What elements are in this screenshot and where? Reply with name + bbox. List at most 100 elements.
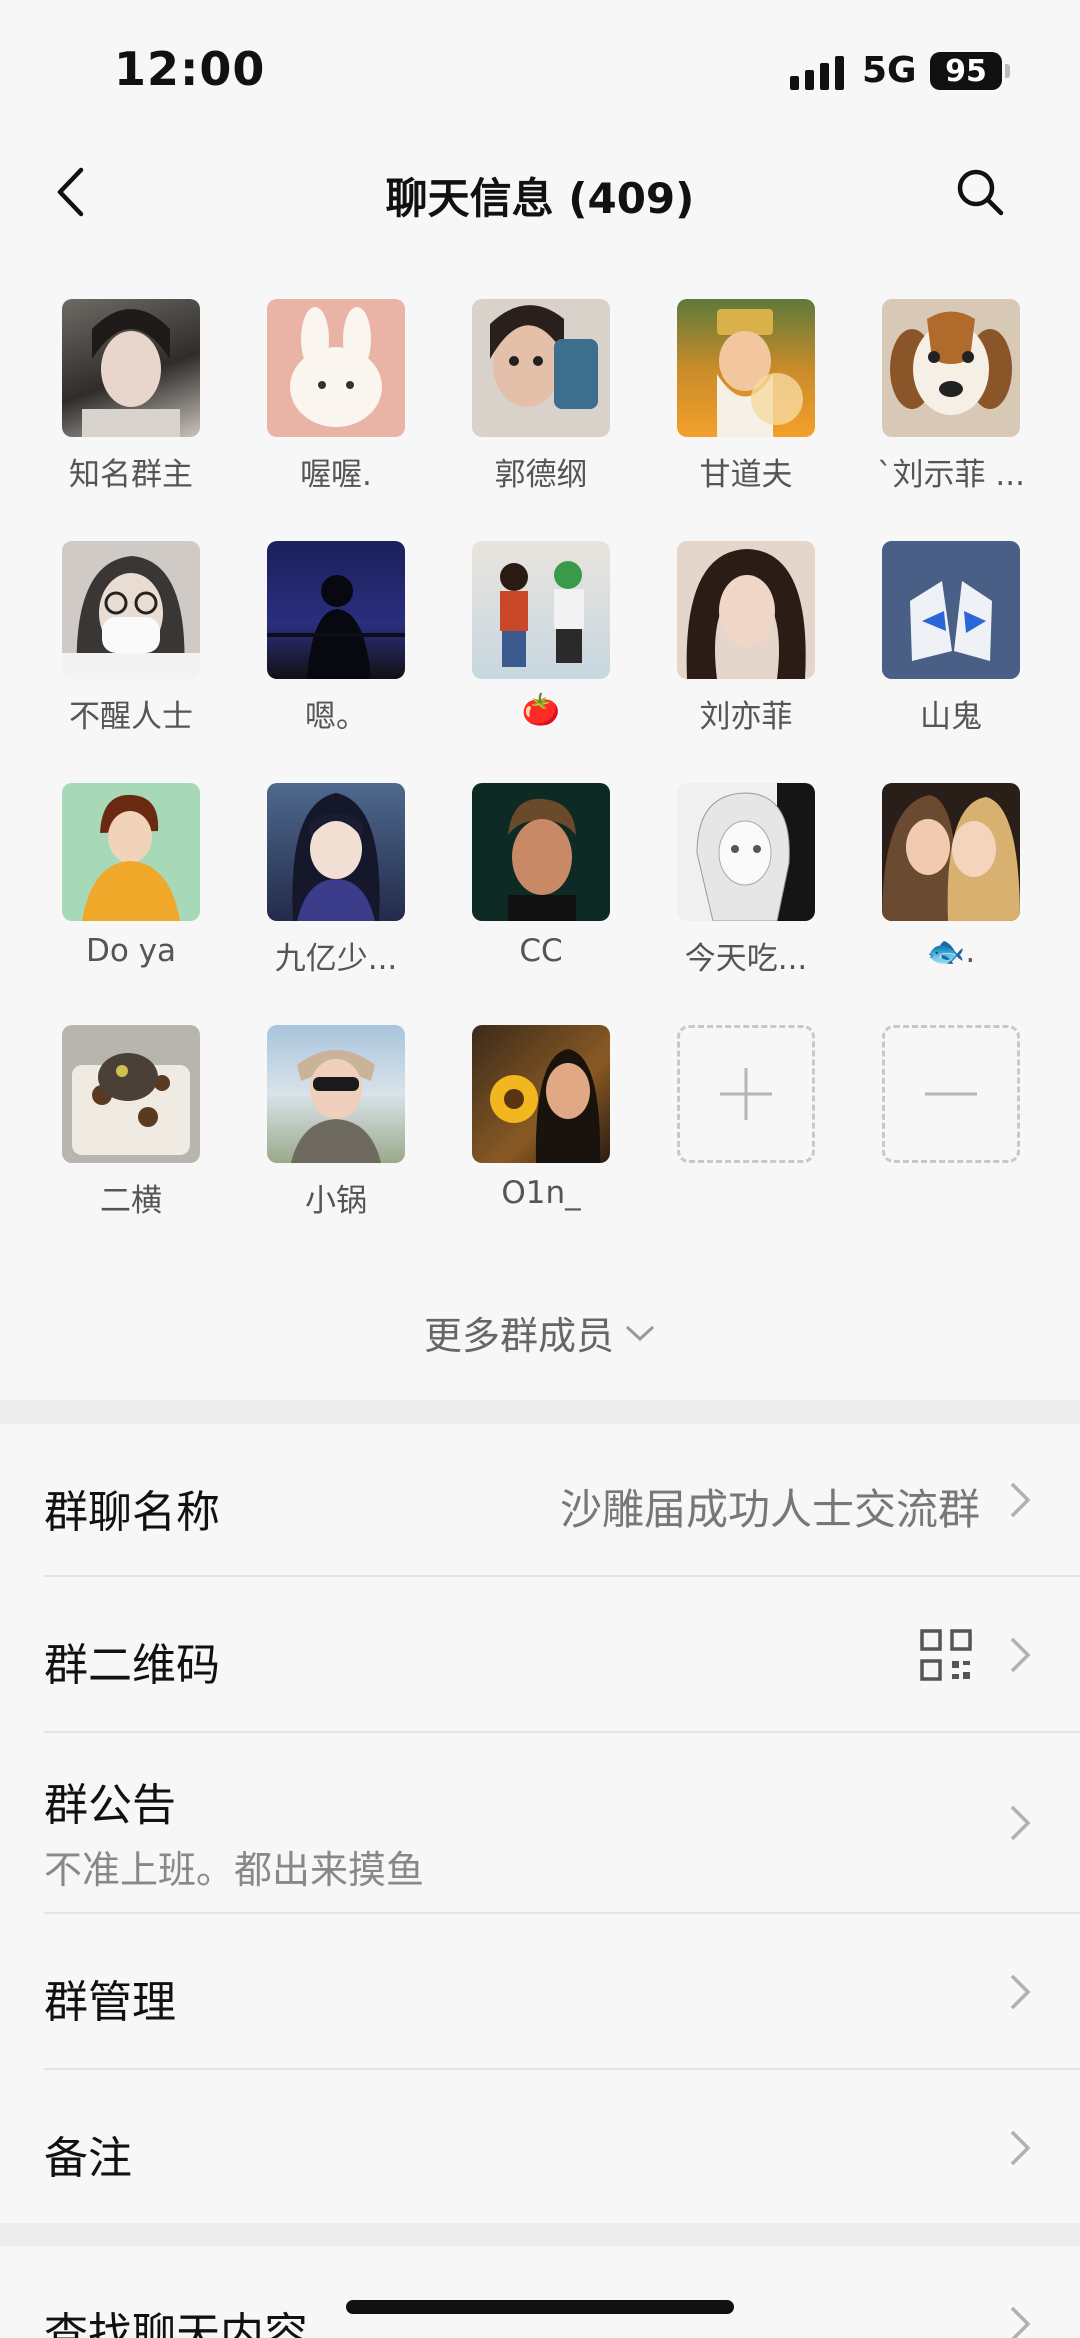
member-name: 喔喔. xyxy=(300,457,372,493)
more-members-label: 更多群成员 xyxy=(423,1314,614,1358)
avatar xyxy=(62,541,200,679)
remark-label: 备注 xyxy=(44,2133,132,2184)
avatar xyxy=(267,1025,405,1163)
avatar xyxy=(882,299,1020,437)
search-icon xyxy=(957,169,1004,216)
more-members-button[interactable]: 更多群成员 xyxy=(0,1305,1080,1360)
settings-list-2: 查找聊天内容 xyxy=(0,2246,1080,2338)
member-item[interactable]: 🍅 xyxy=(450,541,630,761)
chat-info-page: 12:00 5G 95 聊天信息 (409) 知名群主 喔喔. 郭德纲 甘道夫 … xyxy=(0,0,1080,2338)
group-name-value: 沙雕届成功人士交流群 xyxy=(559,1485,980,1534)
status-time: 12:00 xyxy=(114,42,266,96)
avatar xyxy=(472,1025,610,1163)
member-name: Do ya xyxy=(85,933,177,969)
search-history-label: 查找聊天内容 xyxy=(44,2309,308,2338)
signal-icon xyxy=(790,56,844,90)
group-manage-row[interactable]: 群管理 xyxy=(0,1914,1080,2070)
member-name: 二横 xyxy=(100,1183,162,1219)
member-item[interactable]: 山鬼 xyxy=(860,541,1040,761)
chevron-right-icon xyxy=(1010,1974,1031,2010)
minus-icon xyxy=(925,1092,977,1096)
battery-level: 95 xyxy=(945,53,987,89)
avatar xyxy=(882,541,1020,679)
member-name: 小锅 xyxy=(305,1183,367,1219)
member-name: 刘亦菲 xyxy=(699,699,793,735)
member-name: `刘示菲 ... xyxy=(877,457,1025,493)
chevron-right-icon xyxy=(1010,1637,1031,1673)
avatar xyxy=(62,783,200,921)
member-name: CC xyxy=(519,933,563,969)
member-item[interactable]: 喔喔. xyxy=(245,299,425,519)
member-item[interactable]: Do ya xyxy=(40,783,220,1003)
avatar xyxy=(267,541,405,679)
member-item[interactable]: O1n_ xyxy=(450,1025,630,1245)
member-name: 🍅 xyxy=(521,692,561,728)
member-item[interactable]: 甘道夫 xyxy=(655,299,835,519)
member-name: 郭德纲 xyxy=(494,457,588,493)
member-item[interactable]: 九亿少... xyxy=(245,783,425,1003)
avatar xyxy=(882,783,1020,921)
plus-icon xyxy=(720,1068,772,1120)
add-member-button[interactable] xyxy=(677,1025,815,1163)
member-item[interactable]: 今天吃... xyxy=(655,783,835,1003)
qr-code-icon xyxy=(920,1629,972,1681)
status-bar: 12:00 5G 95 xyxy=(0,0,1080,135)
avatar xyxy=(677,299,815,437)
home-indicator[interactable] xyxy=(346,2300,734,2314)
avatar xyxy=(472,541,610,679)
member-item[interactable]: CC xyxy=(450,783,630,1003)
member-name: 今天吃... xyxy=(684,941,808,977)
group-name-label: 群聊名称 xyxy=(44,1487,220,1538)
settings-list: 群聊名称 沙雕届成功人士交流群 群二维码 群公告 不准上班。都出来摸鱼 群管理 … xyxy=(0,1424,1080,2223)
qr-code-row[interactable]: 群二维码 xyxy=(0,1577,1080,1733)
remove-member-item[interactable] xyxy=(860,1025,1040,1245)
member-item[interactable]: 🐟. xyxy=(860,783,1040,1003)
avatar xyxy=(677,541,815,679)
member-item[interactable]: 嗯。 xyxy=(245,541,425,761)
member-name: 知名群主 xyxy=(69,457,193,493)
announcement-text: 不准上班。都出来摸鱼 xyxy=(44,1848,425,1892)
member-name: 甘道夫 xyxy=(699,457,793,493)
avatar xyxy=(267,299,405,437)
member-item[interactable]: 知名群主 xyxy=(40,299,220,519)
chevron-right-icon xyxy=(1010,2130,1031,2166)
member-name: 九亿少... xyxy=(274,941,398,977)
search-button[interactable] xyxy=(950,157,1010,227)
chevron-right-icon xyxy=(1010,1805,1031,1841)
announcement-row[interactable]: 群公告 不准上班。都出来摸鱼 xyxy=(0,1733,1080,1914)
avatar xyxy=(472,299,610,437)
avatar xyxy=(62,299,200,437)
announcement-label: 群公告 xyxy=(44,1780,176,1831)
avatar xyxy=(677,783,815,921)
member-name: O1n_ xyxy=(501,1175,581,1211)
member-item[interactable]: 小锅 xyxy=(245,1025,425,1245)
chevron-right-icon xyxy=(1010,2306,1031,2338)
chevron-down-icon xyxy=(625,1325,655,1341)
member-name: 山鬼 xyxy=(920,699,982,735)
network-type: 5G xyxy=(862,50,917,91)
group-manage-label: 群管理 xyxy=(44,1977,176,2028)
member-item[interactable]: `刘示菲 ... xyxy=(860,299,1040,519)
battery-icon: 95 xyxy=(930,52,1002,90)
member-item[interactable]: 不醒人士 xyxy=(40,541,220,761)
avatar xyxy=(472,783,610,921)
member-item[interactable]: 二横 xyxy=(40,1025,220,1245)
qr-code-label: 群二维码 xyxy=(44,1640,220,1691)
page-title: 聊天信息 (409) xyxy=(385,174,695,223)
member-name: 嗯。 xyxy=(305,699,367,735)
member-item[interactable]: 刘亦菲 xyxy=(655,541,835,761)
chevron-right-icon xyxy=(1010,1482,1031,1518)
add-member-item[interactable] xyxy=(655,1025,835,1245)
remove-member-button[interactable] xyxy=(882,1025,1020,1163)
member-name: 不醒人士 xyxy=(69,699,193,735)
member-item[interactable]: 郭德纲 xyxy=(450,299,630,519)
battery-tip xyxy=(1005,64,1010,78)
group-name-row[interactable]: 群聊名称 沙雕届成功人士交流群 xyxy=(0,1424,1080,1577)
search-history-row[interactable]: 查找聊天内容 xyxy=(0,2246,1080,2338)
nav-bar: 聊天信息 (409) xyxy=(0,135,1080,255)
remark-row[interactable]: 备注 xyxy=(0,2070,1080,2223)
member-name: 🐟. xyxy=(926,934,976,970)
avatar xyxy=(267,783,405,921)
avatar xyxy=(62,1025,200,1163)
members-grid: 知名群主 喔喔. 郭德纲 甘道夫 `刘示菲 ... 不醒人士 嗯。 🍅 刘亦菲 … xyxy=(0,255,1080,1400)
